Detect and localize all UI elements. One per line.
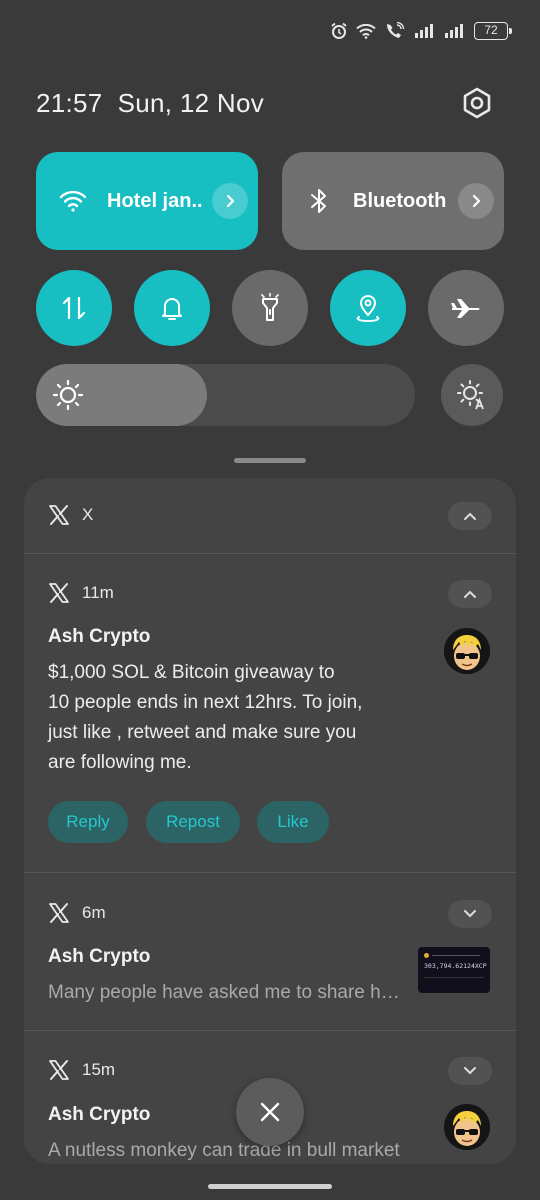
sound-toggle[interactable] xyxy=(134,270,210,346)
notification-time: 11m xyxy=(82,583,114,602)
close-icon xyxy=(260,1102,280,1122)
mobile-data-icon xyxy=(62,296,86,320)
chevron-down-icon xyxy=(464,910,476,918)
collapse-notification-button[interactable] xyxy=(448,580,492,608)
gesture-nav-bar[interactable] xyxy=(208,1184,332,1189)
notification-header: 6m xyxy=(48,902,106,924)
notification-body: A nutless monkey can trade in bull marke… xyxy=(48,1140,400,1161)
location-toggle[interactable] xyxy=(330,270,406,346)
airplane-icon xyxy=(451,299,480,318)
mobile-data-toggle[interactable] xyxy=(36,270,112,346)
alarm-icon xyxy=(331,22,347,39)
chevron-right-icon xyxy=(472,194,481,208)
time: 21:57 xyxy=(36,88,103,118)
notification-time: 6m xyxy=(82,903,106,922)
bluetooth-tile[interactable]: Bluetooth xyxy=(282,152,504,250)
volte-call-icon xyxy=(387,22,405,38)
auto-brightness-icon xyxy=(457,380,484,410)
bluetooth-icon xyxy=(304,186,334,216)
notification-thumbnail: 303,794.62124XCP xyxy=(418,947,490,993)
wifi-icon xyxy=(58,186,88,216)
chevron-up-icon xyxy=(464,512,476,520)
x-logo-icon xyxy=(49,1060,69,1080)
repost-button[interactable]: Repost xyxy=(146,801,240,843)
battery-icon: 72 xyxy=(474,22,512,40)
wifi-details-button[interactable] xyxy=(212,183,248,219)
clock-date: 21:57 Sun, 12 Nov xyxy=(36,88,264,119)
notification-body-line: 10 people ends in next 12hrs. To join, xyxy=(48,692,363,713)
notification-sender: Ash Crypto xyxy=(48,626,151,647)
reply-button[interactable]: Reply xyxy=(48,801,128,843)
drag-handle[interactable] xyxy=(234,458,306,463)
wifi-tile[interactable]: Hotel jan.. xyxy=(36,152,258,250)
notification-sender: Ash Crypto xyxy=(48,1104,151,1125)
gear-icon xyxy=(463,87,491,119)
notification-time: 15m xyxy=(82,1060,116,1079)
expand-notification-button[interactable] xyxy=(448,900,492,928)
status-bar: 72 xyxy=(0,18,540,50)
location-icon xyxy=(356,295,380,323)
signal-icon xyxy=(445,24,463,38)
battery-level: 72 xyxy=(484,23,498,37)
x-logo-icon xyxy=(49,903,69,923)
expand-notification-button[interactable] xyxy=(448,1057,492,1085)
signal-icon xyxy=(415,24,433,38)
notification-sender: Ash Crypto xyxy=(48,946,151,967)
chevron-up-icon xyxy=(464,590,476,598)
notification-header: 11m xyxy=(48,582,114,604)
bluetooth-details-button[interactable] xyxy=(458,183,494,219)
flashlight-icon xyxy=(261,293,279,321)
wifi-tile-label: Hotel jan.. xyxy=(107,189,203,212)
chevron-down-icon xyxy=(464,1067,476,1075)
thumbnail-value: 303,794.62124XCP xyxy=(424,962,487,970)
notification-body-line: just like , retweet and make sure you xyxy=(48,722,357,743)
notification-body-line: $1,000 SOL & Bitcoin giveaway to xyxy=(48,662,335,683)
auto-brightness-button[interactable] xyxy=(441,364,503,426)
notification-body-line: are following me. xyxy=(48,752,192,773)
brightness-slider[interactable] xyxy=(36,364,415,426)
bluetooth-tile-label: Bluetooth xyxy=(353,189,447,212)
notification-header: 15m xyxy=(48,1059,115,1081)
like-button[interactable]: Like xyxy=(257,801,329,843)
notification-panel: X 11m Ash Crypto $1,000 SOL & Bitcoin gi… xyxy=(24,478,516,1164)
notification-body: $1,000 SOL & Bitcoin giveaway to 10 peop… xyxy=(48,658,408,778)
airplane-mode-toggle[interactable] xyxy=(428,270,504,346)
notification-group-header[interactable]: X xyxy=(48,504,93,526)
brightness-icon xyxy=(52,379,84,411)
notification-body: Many people have asked me to share how I… xyxy=(48,982,408,1003)
clear-all-button[interactable] xyxy=(236,1078,304,1146)
date: Sun, 12 Nov xyxy=(117,88,265,118)
wifi-icon xyxy=(356,23,376,39)
x-logo-icon xyxy=(49,505,69,525)
group-app-name: X xyxy=(82,505,94,524)
avatar xyxy=(444,1104,490,1150)
settings-button[interactable] xyxy=(460,86,494,120)
avatar xyxy=(444,628,490,674)
x-logo-icon xyxy=(49,583,69,603)
bell-icon xyxy=(162,298,182,320)
collapse-group-button[interactable] xyxy=(448,502,492,530)
flashlight-toggle[interactable] xyxy=(232,270,308,346)
chevron-right-icon xyxy=(226,194,235,208)
